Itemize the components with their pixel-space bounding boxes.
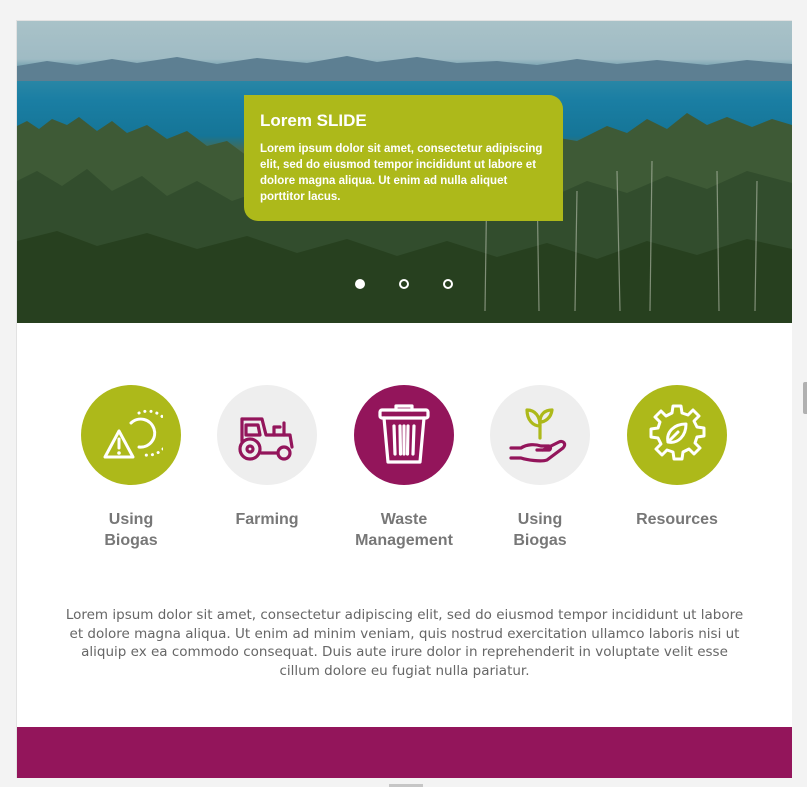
- sun-warning-icon: [103, 409, 163, 459]
- slider-dot-3[interactable]: [443, 279, 453, 289]
- feature-circle: [627, 385, 727, 485]
- feature-label: Farming: [235, 511, 299, 528]
- feature-resources[interactable]: Resources: [612, 385, 742, 530]
- footer-bar: [17, 727, 792, 778]
- trash-can-icon: [378, 404, 430, 464]
- hero-slider[interactable]: Lorem SLIDE Lorem ipsum dolor sit amet, …: [17, 21, 792, 323]
- feature-circle: [354, 385, 454, 485]
- feature-circle: [81, 385, 181, 485]
- intro-paragraph: Lorem ipsum dolor sit amet, consectetur …: [65, 607, 744, 679]
- slide-title: Lorem SLIDE: [260, 111, 367, 130]
- slider-pagination: [17, 279, 792, 293]
- feature-label: Using Biogas: [104, 511, 158, 549]
- slider-dot-1[interactable]: [355, 279, 365, 289]
- slide-text: Lorem ipsum dolor sit amet, consectetur …: [260, 143, 543, 203]
- hand-sprout-icon: [509, 408, 567, 463]
- features-row: Using Biogas Farming Waste Management Us…: [17, 385, 792, 565]
- feature-using-biogas-2[interactable]: Using Biogas: [475, 385, 605, 551]
- feature-using-biogas-1[interactable]: Using Biogas: [66, 385, 196, 551]
- feature-circle: [490, 385, 590, 485]
- tractor-icon: [238, 417, 294, 461]
- feature-label: Waste Management: [355, 511, 453, 549]
- feature-label: Resources: [636, 511, 718, 528]
- feature-waste-management[interactable]: Waste Management: [339, 385, 469, 551]
- slider-dot-2[interactable]: [399, 279, 409, 289]
- feature-label: Using Biogas: [513, 511, 567, 549]
- slide-caption-card: Lorem SLIDE Lorem ipsum dolor sit amet, …: [244, 95, 563, 221]
- gear-leaf-icon: [649, 404, 706, 461]
- page-frame: Lorem SLIDE Lorem ipsum dolor sit amet, …: [16, 20, 792, 778]
- feature-farming[interactable]: Farming: [202, 385, 332, 530]
- side-scroll-tab[interactable]: [803, 382, 807, 414]
- feature-circle: [217, 385, 317, 485]
